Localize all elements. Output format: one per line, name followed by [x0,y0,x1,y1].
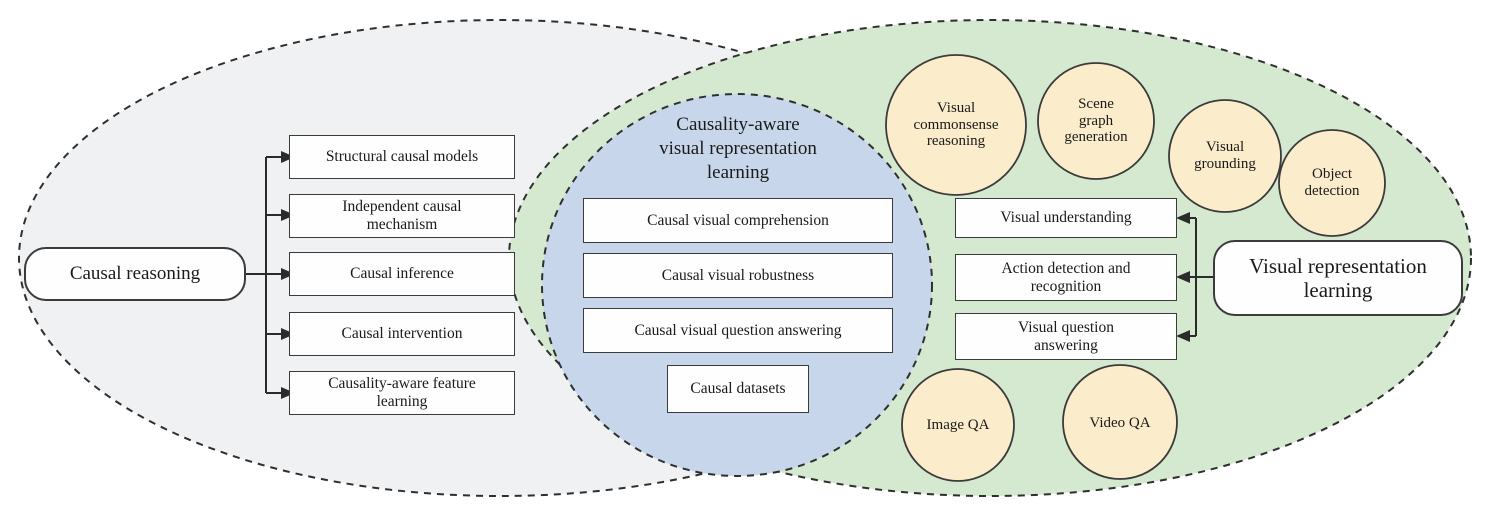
bubble-visual-commonsense-reasoning [885,54,1027,196]
box-causal-datasets[interactable]: Causal datasets [667,365,809,413]
center-ellipse-title: Causality-aware visual representation le… [659,114,817,183]
box-causal-visual-question-answering[interactable]: Causal visual question answering [583,308,893,353]
bubble-image-qa [901,368,1015,482]
box-causal-visual-robustness[interactable]: Causal visual robustness [583,253,893,298]
box-causal-inference[interactable]: Causal inference [289,252,515,296]
root-visual-representation-learning[interactable]: Visual representation learning [1213,240,1463,316]
box-causality-aware-feature-learning[interactable]: Causality-aware feature learning [289,371,515,415]
box-causal-intervention[interactable]: Causal intervention [289,312,515,356]
box-independent-causal-mechanism[interactable]: Independent causal mechanism [289,194,515,238]
box-visual-question-answering[interactable]: Visual question answering [955,313,1177,360]
root-causal-reasoning[interactable]: Causal reasoning [24,247,246,301]
bubble-scene-graph-generation [1037,62,1155,180]
box-causal-visual-comprehension[interactable]: Causal visual comprehension [583,198,893,243]
bubble-visual-grounding [1168,99,1282,213]
box-structural-causal-models[interactable]: Structural causal models [289,135,515,179]
diagram-canvas: Causal reasoning Structural causal model… [0,0,1491,510]
box-visual-understanding[interactable]: Visual understanding [955,198,1177,238]
box-action-detection-and-recognition[interactable]: Action detection and recognition [955,254,1177,301]
bubble-video-qa [1062,364,1178,480]
bubble-object-detection [1278,129,1386,237]
